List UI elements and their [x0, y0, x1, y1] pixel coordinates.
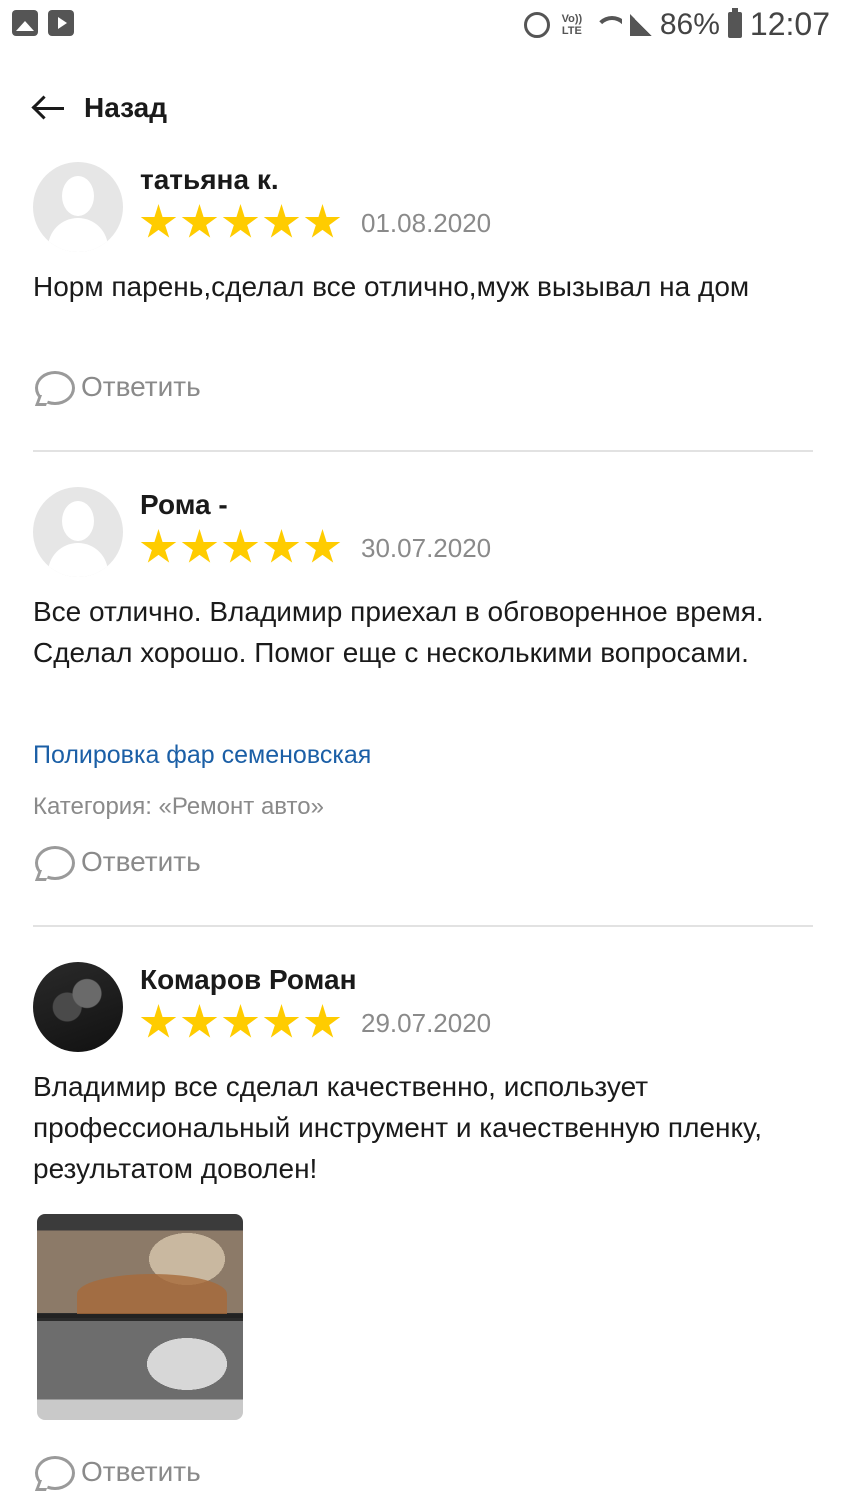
- review-date: 01.08.2020: [361, 208, 492, 238]
- speech-bubble-icon: [33, 369, 75, 405]
- star-icon: [304, 1004, 341, 1038]
- avatar[interactable]: [33, 487, 123, 577]
- avatar[interactable]: [33, 962, 123, 1052]
- review-date: 29.07.2020: [361, 1008, 492, 1038]
- star-icon: [263, 204, 300, 238]
- speech-bubble-icon: [33, 1454, 75, 1490]
- rating-stars: [140, 204, 341, 241]
- star-icon: [140, 1004, 177, 1038]
- reply-label: Ответить: [81, 846, 201, 877]
- rating-stars: [140, 1004, 341, 1041]
- review-photo[interactable]: [37, 1214, 243, 1420]
- rating-stars: [140, 529, 341, 566]
- star-icon: [140, 204, 177, 238]
- review-text: Все отлично. Владимир приехал в обговоре…: [33, 596, 764, 668]
- star-icon: [222, 204, 259, 238]
- star-icon: [140, 529, 177, 563]
- divider: [33, 450, 813, 452]
- back-button[interactable]: Назад: [32, 86, 167, 130]
- review-author[interactable]: Комаров Роман: [140, 964, 356, 996]
- battery-icon: [727, 7, 742, 38]
- star-icon: [222, 1004, 259, 1038]
- review-text: Норм парень,сделал все отлично,муж вызыв…: [33, 271, 750, 302]
- review-date: 30.07.2020: [361, 533, 492, 563]
- service-link[interactable]: Полировка фар семеновская: [33, 741, 371, 770]
- back-label: Назад: [84, 92, 168, 123]
- status-bar: Vo)) LTE 86% 12:07: [0, 0, 844, 52]
- review-author[interactable]: татьяна к.: [140, 164, 279, 196]
- divider: [33, 925, 813, 927]
- speech-bubble-icon: [33, 844, 75, 880]
- arrow-left-icon: [32, 97, 66, 119]
- clock: 12:07: [749, 6, 830, 42]
- reply-label: Ответить: [81, 371, 201, 402]
- alarm-icon: [523, 11, 550, 38]
- battery-percent: 86%: [659, 7, 720, 41]
- avatar[interactable]: [33, 162, 123, 252]
- gallery-notification-icon: [12, 10, 38, 36]
- star-icon: [263, 1004, 300, 1038]
- review-text: Владимир все сделал качественно, использ…: [33, 1071, 762, 1184]
- volte-icon: Vo)) LTE: [561, 12, 583, 37]
- star-icon: [304, 204, 341, 238]
- reply-label: Ответить: [81, 1456, 201, 1487]
- reply-button[interactable]: Ответить: [33, 369, 201, 405]
- star-icon: [263, 529, 300, 563]
- star-icon: [304, 529, 341, 563]
- review-card: Комаров Роман 29.07.2020 Владимир все сд…: [33, 962, 813, 1492]
- star-icon: [181, 529, 218, 563]
- reply-button[interactable]: Ответить: [33, 844, 201, 880]
- review-card: Рома - 30.07.2020 Все отлично. Владимир …: [33, 487, 813, 907]
- star-icon: [222, 529, 259, 563]
- star-icon: [181, 1004, 218, 1038]
- review-card: татьяна к. 01.08.2020 Норм парень,сделал…: [33, 162, 813, 432]
- signal-icon: [629, 13, 652, 36]
- review-category: Категория: «Ремонт авто»: [33, 793, 324, 820]
- wifi-icon: [593, 14, 622, 36]
- youtube-notification-icon: [48, 10, 74, 36]
- reply-button[interactable]: Ответить: [33, 1454, 201, 1490]
- review-author[interactable]: Рома -: [140, 489, 228, 521]
- star-icon: [181, 204, 218, 238]
